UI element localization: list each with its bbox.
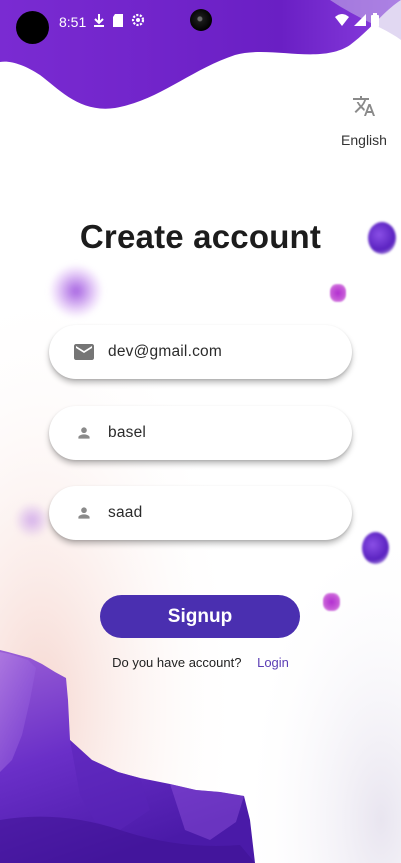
email-icon [74, 344, 94, 360]
decor-blob [50, 265, 102, 317]
status-bar: 8:51 [0, 0, 401, 44]
status-time: 8:51 [59, 14, 87, 30]
first-name-field[interactable]: basel [49, 406, 352, 460]
email-value[interactable]: dev@gmail.com [108, 343, 328, 361]
sd-card-icon [113, 13, 123, 27]
language-label: English [341, 132, 387, 148]
translate-icon [353, 96, 375, 116]
signup-screen: 8:51 English Create account dev@gmail.co… [0, 0, 401, 863]
login-prompt: Do you have account? Login [0, 655, 401, 670]
login-question: Do you have account? [112, 655, 242, 670]
person-icon [78, 507, 90, 519]
front-camera [190, 9, 212, 31]
status-icons-left [93, 13, 145, 27]
last-name-field[interactable]: saad [49, 486, 352, 540]
signal-icon [354, 14, 366, 26]
camera-cutout [16, 11, 49, 44]
first-name-value[interactable]: basel [108, 424, 328, 442]
decor-blob [14, 502, 50, 538]
status-icons-right [335, 13, 379, 27]
language-selector[interactable]: English [330, 94, 398, 148]
wifi-icon [335, 14, 349, 26]
decor-blob [368, 222, 396, 254]
download-icon [94, 13, 104, 27]
email-field[interactable]: dev@gmail.com [49, 325, 352, 379]
page-title: Create account [79, 218, 322, 255]
last-name-value[interactable]: saad [108, 504, 328, 522]
person-icon [78, 427, 90, 439]
login-link[interactable]: Login [257, 655, 289, 670]
battery-icon [371, 13, 379, 27]
settings-icon [131, 13, 145, 27]
decor-blob [330, 284, 346, 302]
signup-button[interactable]: Signup [100, 595, 300, 638]
